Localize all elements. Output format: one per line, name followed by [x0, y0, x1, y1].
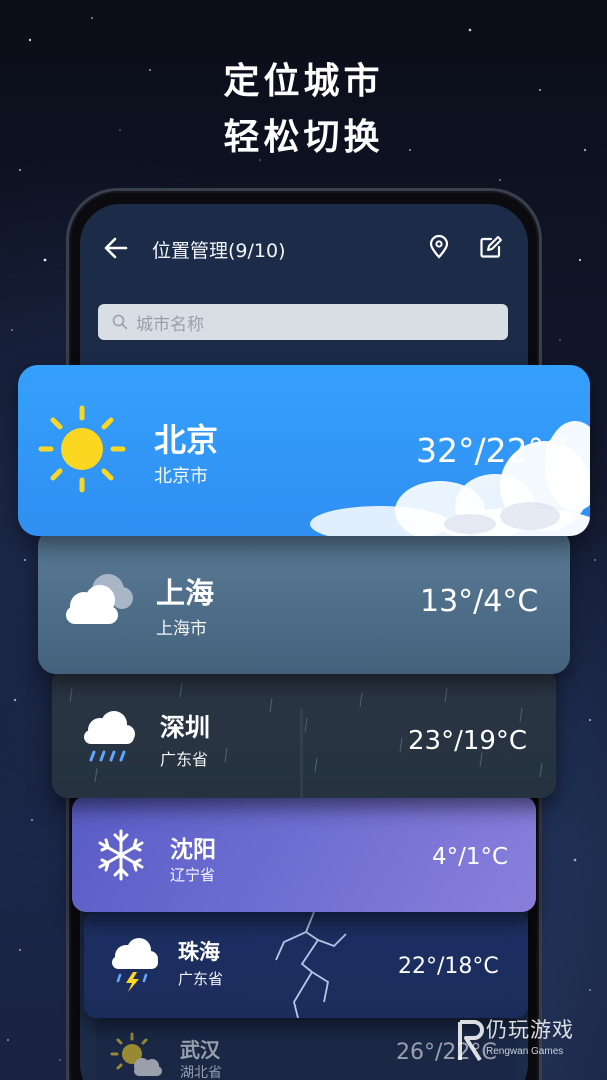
rain-icon [84, 711, 135, 762]
watermark-chinese: 仍玩游戏 [486, 1018, 574, 1042]
city-name: 武汉 [180, 1038, 220, 1062]
watermark-english: Rengwan Games [486, 1046, 564, 1057]
city-card-shanghai[interactable]: 上海 上海市 13°/4°C [38, 528, 570, 674]
city-temperature: 4°/1°C [432, 844, 509, 870]
city-search-input[interactable]: 城市名称 [98, 304, 508, 340]
city-card-shenyang[interactable]: 沈阳 辽宁省 4°/1°C [72, 796, 536, 912]
city-region: 上海市 [156, 619, 207, 639]
city-name: 北京 [154, 421, 219, 459]
city-name: 沈阳 [170, 837, 216, 863]
city-region: 湖北省 [180, 1065, 222, 1080]
back-button[interactable] [102, 234, 130, 262]
app-bar: 位置管理(9/10) [80, 204, 528, 294]
city-name: 上海 [156, 576, 215, 610]
edit-icon [480, 236, 502, 258]
search-placeholder: 城市名称 [136, 314, 204, 335]
city-card-zhuhai[interactable]: 珠海 广东省 22°/18°C [84, 912, 528, 1018]
headline-line-2: 轻松切换 [223, 117, 384, 158]
city-region: 广东省 [160, 750, 209, 769]
city-name: 深圳 [160, 713, 211, 742]
city-temperature: 22°/18°C [398, 954, 499, 979]
location-pin-icon [429, 234, 449, 259]
city-temperature: 32°/22°C [416, 431, 568, 470]
locate-button[interactable] [426, 234, 452, 260]
cloudy-icon [66, 574, 133, 624]
search-icon [112, 314, 128, 330]
city-card-wuhan[interactable]: 武汉 湖北省 26°/22°C [96, 1018, 516, 1080]
partly-sunny-icon [110, 1032, 162, 1076]
city-name: 珠海 [178, 940, 220, 964]
lightning-decoration [275, 912, 347, 1018]
city-region: 辽宁省 [170, 866, 216, 884]
snowflake-icon [98, 829, 144, 881]
arrow-left-icon [104, 237, 128, 259]
sun-icon [38, 405, 126, 493]
page-title: 位置管理(9/10) [152, 240, 286, 262]
city-card-shenzhen[interactable]: 深圳 广东省 23°/19°C [52, 668, 556, 798]
cloud-decoration [310, 421, 590, 536]
rengwan-logo-icon [458, 1020, 484, 1062]
headline-line-1: 定位城市 [223, 61, 384, 102]
city-region: 广东省 [178, 970, 224, 988]
city-region: 北京市 [154, 466, 208, 487]
city-temperature: 13°/4°C [420, 584, 539, 619]
city-temperature: 23°/19°C [408, 726, 528, 756]
edit-button[interactable] [478, 234, 504, 260]
thunderstorm-icon [112, 938, 158, 992]
city-card-beijing[interactable]: 北京 北京市 32°/22°C [18, 365, 590, 536]
watermark: 仍玩游戏 Rengwan Games [456, 1012, 606, 1080]
